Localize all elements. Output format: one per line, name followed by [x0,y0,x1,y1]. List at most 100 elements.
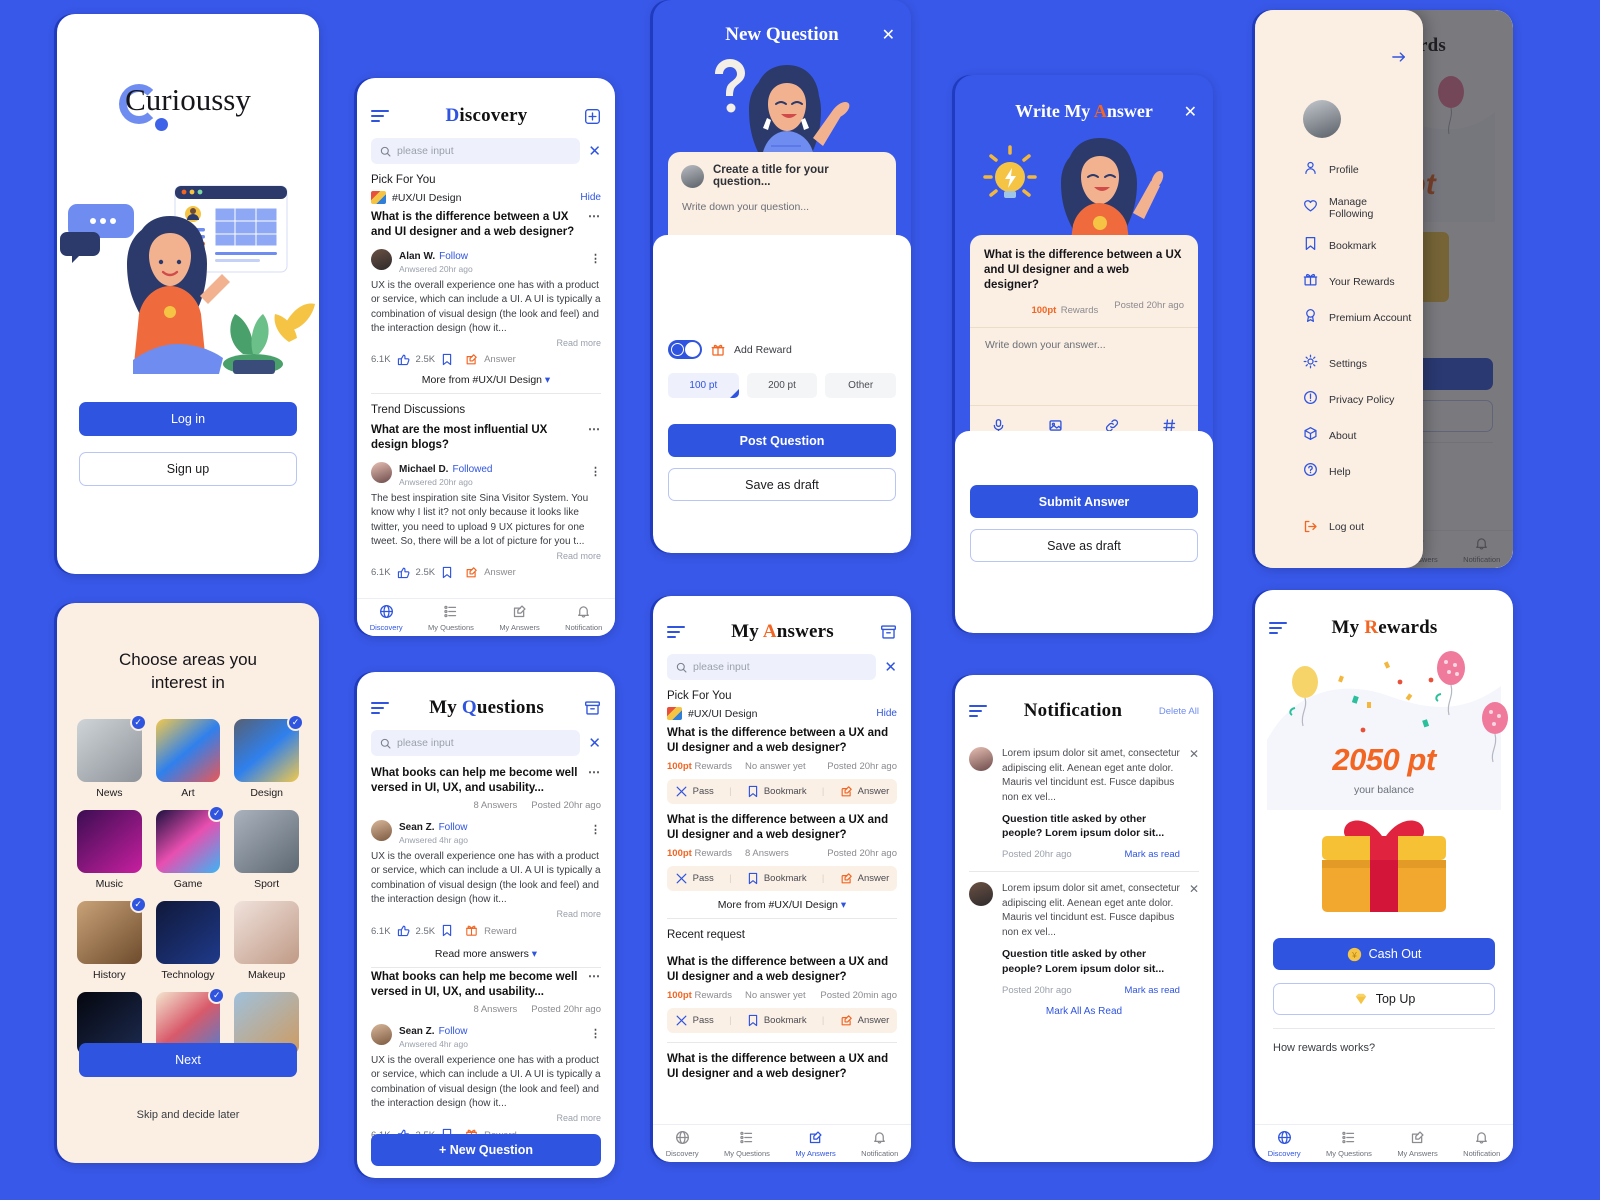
new-question-button[interactable]: + New Question [371,1134,601,1166]
question-title[interactable]: What is the difference between a UX and … [653,804,911,843]
notification-question[interactable]: Question title asked by other people? Lo… [1002,940,1180,975]
bookmark-button[interactable]: Bookmark [747,1014,807,1027]
question-title[interactable]: What books can help me become well verse… [357,764,615,796]
interest-item[interactable]: Sport [234,809,299,890]
more-options-icon[interactable]: ⋯ [588,423,601,453]
follow-link[interactable]: Follow [439,251,468,262]
more-options-icon[interactable]: ⋯ [588,970,601,1000]
drawer-item-profile[interactable]: Profile [1303,160,1413,180]
answer-button[interactable]: Answer [840,785,889,798]
avatar[interactable] [1303,100,1341,138]
drawer-item-about[interactable]: About [1303,426,1413,446]
archive-icon[interactable] [584,700,601,716]
tab-my-answers[interactable]: My Answers [499,604,540,632]
reward-option[interactable]: 100 pt [668,373,739,398]
answer-input[interactable]: Write down your answer... [984,328,1184,351]
drawer-item-help[interactable]: Help [1303,462,1413,482]
pass-button[interactable]: Pass [675,785,714,798]
interest-item[interactable]: ✓ History [77,895,147,981]
read-more-link[interactable]: Read more [357,1112,615,1123]
close-icon[interactable]: ✕ [1184,102,1197,122]
mark-as-read-link[interactable]: Mark as read [1125,849,1180,860]
tab-discovery[interactable]: Discovery [666,1130,699,1158]
question-title[interactable]: What is the difference between a UX and … [653,1043,911,1082]
pass-button[interactable]: Pass [675,872,714,885]
more-from-link[interactable]: More from #UX/UI Design ▾ [653,891,911,918]
question-title[interactable]: What are the most influential UX design … [357,421,615,453]
close-icon[interactable]: ✕ [882,25,895,45]
gift-icon[interactable] [465,924,478,940]
drawer-item-your-rewards[interactable]: Your Rewards [1303,272,1413,292]
tab-notification[interactable]: Notification [1463,1130,1500,1158]
bookmark-button[interactable]: Bookmark [747,872,807,885]
tab-my-answers[interactable]: My Answers [795,1130,836,1158]
tab-my-questions[interactable]: My Questions [1326,1130,1372,1158]
tab-my-answers[interactable]: My Answers [1397,1130,1438,1158]
tab-my-questions[interactable]: My Questions [724,1130,770,1158]
archive-icon[interactable] [880,624,897,640]
notification-question[interactable]: Question title asked by other people? Lo… [1002,805,1180,840]
mark-as-read-link[interactable]: Mark as read [1125,985,1180,996]
read-more-answers-link[interactable]: Read more answers ▾ [357,940,615,967]
drawer-item-manage-following[interactable]: Manage Following [1303,196,1413,220]
follow-link[interactable]: Follow [439,822,468,833]
clear-search-icon[interactable]: ✕ [588,144,601,159]
more-from-link[interactable]: More from #UX/UI Design ▾ [357,366,615,393]
interest-item[interactable]: Makeup [234,900,299,981]
drawer-item-premium-account[interactable]: Premium Account [1303,308,1413,328]
reward-option[interactable]: Other [825,373,897,398]
interest-item[interactable]: ✓ News [77,713,147,799]
more-options-icon[interactable]: ⋯ [588,766,601,796]
close-icon[interactable]: ✕ [1189,882,1199,995]
more-options-icon[interactable]: ⋯ [588,210,601,240]
login-button[interactable]: Log in [79,402,297,436]
hide-link[interactable]: Hide [580,192,601,203]
hamburger-icon[interactable] [667,625,685,639]
interest-item[interactable]: Music [77,809,142,890]
post-menu-icon[interactable]: ⋮ [590,467,601,478]
follow-link[interactable]: Followed [452,464,492,475]
bookmark-icon[interactable] [441,924,453,940]
next-button[interactable]: Next [79,1043,297,1077]
post-menu-icon[interactable]: ⋮ [590,825,601,836]
logout-item[interactable]: Log out [1303,519,1364,534]
save-draft-button[interactable]: Save as draft [955,518,1213,562]
add-reward-toggle[interactable] [668,340,702,359]
tab-my-questions[interactable]: My Questions [428,604,474,632]
clear-search-icon[interactable]: ✕ [884,660,897,675]
how-rewards-works-link[interactable]: How rewards works? [1273,1042,1375,1054]
tab-discovery[interactable]: Discovery [1268,1130,1301,1158]
drawer-item-privacy-policy[interactable]: Privacy Policy [1303,390,1413,410]
thumbs-up-icon[interactable] [397,924,410,940]
hamburger-icon[interactable] [371,701,389,715]
body-input[interactable]: Write down your question... [681,188,883,213]
hide-link[interactable]: Hide [876,708,897,719]
thumbs-up-icon[interactable] [397,353,410,366]
read-more-link[interactable]: Read more [357,550,615,561]
save-draft-button[interactable]: Save as draft [653,457,911,501]
interest-item[interactable]: ✓ Design [234,713,304,799]
answer-icon[interactable] [465,353,478,366]
post-menu-icon[interactable]: ⋮ [590,1029,601,1040]
drawer-item-settings[interactable]: Settings [1303,354,1413,374]
question-title[interactable]: What is the difference between a UX and … [653,724,911,756]
tab-discovery[interactable]: Discovery [370,604,403,632]
post-menu-icon[interactable]: ⋮ [590,254,601,265]
signup-button[interactable]: Sign up [79,452,297,486]
hamburger-icon[interactable] [1269,621,1287,635]
arrow-right-icon[interactable] [1391,50,1407,64]
close-icon[interactable]: ✕ [1189,747,1199,860]
search-input[interactable]: please input [371,138,581,164]
skip-link[interactable]: Skip and decide later [57,1109,319,1121]
tab-notification[interactable]: Notification [565,604,602,632]
cash-out-button[interactable]: ¥ Cash Out [1273,938,1495,970]
question-title[interactable]: What is the difference between a UX and … [357,208,615,240]
bookmark-icon[interactable] [441,566,453,579]
search-input[interactable]: please input [371,730,581,756]
interest-item[interactable]: Technology [155,900,221,981]
mark-all-read-link[interactable]: Mark All As Read [955,996,1213,1017]
delete-all-link[interactable]: Delete All [1159,706,1199,717]
thumbs-up-icon[interactable] [397,566,410,579]
clear-search-icon[interactable]: ✕ [588,736,601,751]
bookmark-button[interactable]: Bookmark [747,785,807,798]
